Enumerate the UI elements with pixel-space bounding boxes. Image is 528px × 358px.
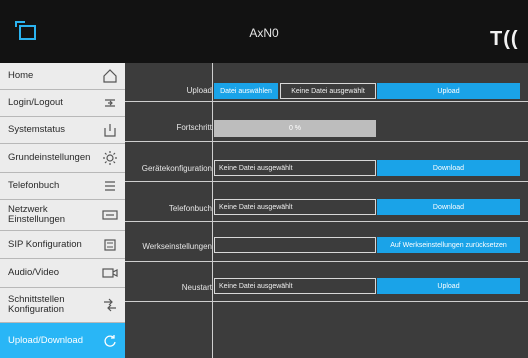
sidebar-item-systemstatus[interactable]: Systemstatus <box>0 117 125 144</box>
row-divider <box>125 101 528 102</box>
sip-icon <box>104 238 116 251</box>
row-divider <box>125 221 528 222</box>
factory-reset-field <box>214 237 376 253</box>
status-icon <box>104 124 116 137</box>
device-config-field: Keine Datei ausgewählt <box>214 160 376 176</box>
sidebar: Home Login/Logout Systemstatus Grundeins… <box>0 63 125 358</box>
row-divider <box>125 141 528 142</box>
device-config-download-button[interactable]: Download <box>377 160 520 176</box>
phonebook-download-button[interactable]: Download <box>377 199 520 215</box>
progress-label: Fortschritt <box>176 123 212 132</box>
camera-icon <box>102 268 118 278</box>
app-header: AxN0 T(( <box>0 0 528 63</box>
sidebar-item-upload-download[interactable]: Upload/Download <box>0 323 125 358</box>
phonebook-field: Keine Datei ausgewählt <box>214 199 376 215</box>
sidebar-item-schnittstellen-konfiguration[interactable]: Schnittstellen Konfiguration <box>0 288 125 323</box>
list-icon <box>105 181 115 191</box>
brand-logo: T(( <box>490 28 519 50</box>
restart-field: Keine Datei ausgewählt <box>214 278 376 294</box>
sidebar-item-label: Audio/Video <box>8 267 60 278</box>
upload-label: Upload <box>186 86 212 95</box>
sidebar-item-label: Login/Logout <box>8 97 63 108</box>
restart-label: Neustart <box>181 283 212 292</box>
refresh-icon <box>104 334 116 347</box>
factory-reset-button[interactable]: Auf Werkseinstellungen zurücksetzen <box>377 237 520 253</box>
sidebar-item-sip-konfiguration[interactable]: SIP Konfiguration <box>0 231 125 259</box>
row-divider <box>125 261 528 262</box>
device-config-label: Gerätekonfiguration <box>141 164 212 173</box>
sidebar-item-label: Systemstatus <box>8 124 66 135</box>
factory-reset-label: Werkseinstellungen <box>142 242 212 251</box>
gear-icon <box>103 151 117 165</box>
sidebar-item-label: Schnittstellen Konfiguration <box>8 294 65 315</box>
login-icon <box>105 99 115 107</box>
interface-icon <box>104 298 116 312</box>
sidebar-item-telefonbuch[interactable]: Telefonbuch <box>0 173 125 200</box>
sidebar-item-grundeinstellungen[interactable]: Grundeinstellungen <box>0 144 125 173</box>
upload-progress-bar: 0 % <box>214 120 376 137</box>
upload-file-status: Keine Datei ausgewählt <box>280 83 376 99</box>
sidebar-item-home[interactable]: Home <box>0 63 125 90</box>
sidebar-item-label: Telefonbuch <box>8 180 60 191</box>
sidebar-item-audio-video[interactable]: Audio/Video <box>0 259 125 288</box>
sidebar-item-label: SIP Konfiguration <box>8 238 82 250</box>
sidebar-item-label: Grundeinstellungen <box>8 152 91 163</box>
restart-button[interactable]: Upload <box>377 278 520 294</box>
home-icon <box>103 69 117 83</box>
row-divider <box>125 181 528 182</box>
sidebar-item-login-logout[interactable]: Login/Logout <box>0 90 125 117</box>
choose-file-button[interactable]: Datei auswählen <box>214 83 278 99</box>
sidebar-item-label: Home <box>8 70 34 81</box>
network-icon <box>102 210 118 220</box>
row-divider <box>125 301 528 302</box>
progress-text: 0 % <box>288 125 302 132</box>
sidebar-item-label: Upload/Download <box>8 334 83 346</box>
upload-button[interactable]: Upload <box>377 83 520 99</box>
sidebar-item-netzwerk-einstellungen[interactable]: Netzwerk Einstellungen <box>0 200 125 231</box>
column-divider <box>212 63 213 358</box>
phonebook-label: Telefonbuch <box>168 204 212 213</box>
sidebar-item-label: Netzwerk Einstellungen <box>8 204 66 225</box>
page-title: AxN0 <box>249 26 279 40</box>
